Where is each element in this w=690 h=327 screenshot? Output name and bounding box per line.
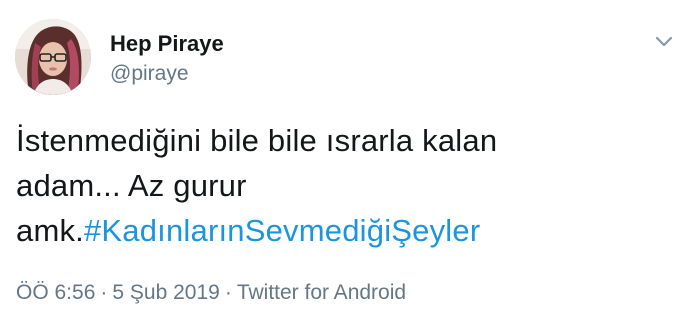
tweet-source[interactable]: Twitter for Android: [237, 281, 406, 304]
avatar[interactable]: [15, 19, 91, 95]
tweet-text-fragment: amk.: [16, 213, 84, 248]
tweet-text: İstenmediğini bile bile ısrarla kalan ad…: [16, 118, 656, 253]
tweet-text-line: İstenmediğini bile bile ısrarla kalan: [16, 123, 498, 158]
separator: ·: [224, 281, 232, 304]
chevron-down-icon[interactable]: [651, 28, 677, 54]
hashtag-link[interactable]: #KadınlarınSevmediğiŞeyler: [84, 213, 480, 248]
avatar-photo: [15, 19, 91, 95]
tweet-date: 5 Şub 2019: [112, 281, 220, 304]
user-handle[interactable]: @piraye: [110, 61, 189, 87]
tweet-text-line: amk.#KadınlarınSevmediğiŞeyler: [16, 208, 656, 253]
tweet-card: Hep Piraye @piraye İstenmediğini bile bi…: [0, 0, 690, 327]
tweet-metadata: ÖÖ 6:56 · 5 Şub 2019 · Twitter for Android: [16, 279, 406, 307]
display-name[interactable]: Hep Piraye: [110, 31, 224, 57]
tweet-time: ÖÖ 6:56: [16, 281, 96, 304]
separator: ·: [100, 281, 108, 304]
tweet-text-line: adam... Az gurur: [16, 168, 247, 203]
